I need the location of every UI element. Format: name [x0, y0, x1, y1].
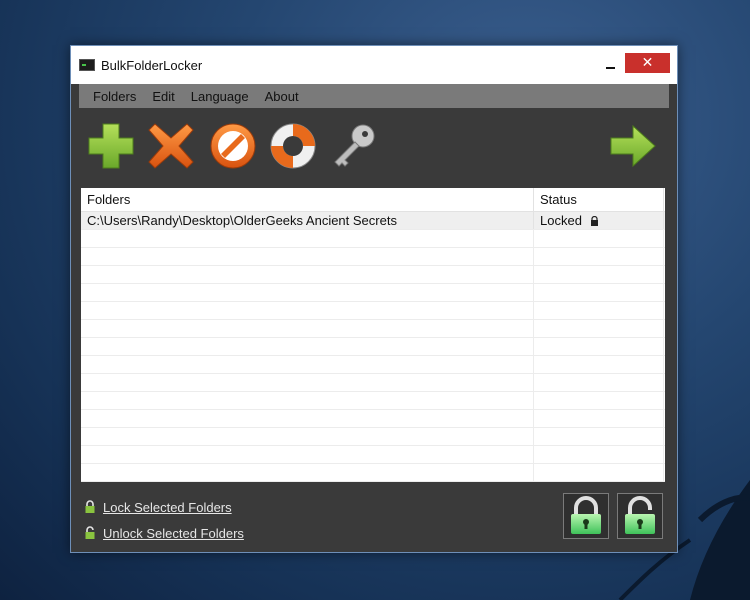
window-title: BulkFolderLocker [101, 57, 203, 73]
add-folder-button[interactable] [85, 120, 137, 172]
unlock-button[interactable] [617, 493, 663, 539]
empty-row [81, 302, 665, 320]
empty-row [81, 356, 665, 374]
lock-selected-label[interactable]: Lock Selected Folders [103, 500, 232, 515]
help-icon [270, 123, 316, 169]
close-button[interactable]: ✕ [625, 53, 670, 73]
folders-table[interactable]: Folders Status C:\Users\Randy\Desktop\Ol… [81, 188, 665, 482]
menu-folders[interactable]: Folders [93, 89, 136, 104]
folder-path: C:\Users\Randy\Desktop\OlderGeeks Ancien… [81, 212, 534, 229]
minimize-button[interactable] [601, 56, 621, 74]
lock-button[interactable] [563, 493, 609, 539]
action-links: Lock Selected Folders Unlock Selected Fo… [83, 496, 244, 548]
clear-icon [210, 123, 256, 169]
lock-selected-link[interactable]: Lock Selected Folders [83, 496, 244, 518]
menu-edit[interactable]: Edit [152, 89, 174, 104]
empty-row [81, 374, 665, 392]
empty-row [81, 464, 665, 482]
column-header-status[interactable]: Status [534, 188, 664, 211]
menu-about[interactable]: About [265, 89, 299, 104]
empty-row [81, 392, 665, 410]
unlock-icon [85, 526, 95, 539]
locked-icon [590, 216, 598, 226]
menu-language[interactable]: Language [191, 89, 249, 104]
title-bar: BulkFolderLocker ✕ [71, 46, 677, 84]
empty-row [81, 266, 665, 284]
remove-icon [148, 123, 194, 169]
add-icon [88, 123, 134, 169]
lock-icon [85, 500, 95, 513]
empty-row [81, 230, 665, 248]
empty-row [81, 338, 665, 356]
clear-list-button[interactable] [207, 120, 259, 172]
app-window: BulkFolderLocker ✕ Folders Edit Language… [70, 45, 678, 553]
unlock-selected-label[interactable]: Unlock Selected Folders [103, 526, 244, 541]
next-button[interactable] [607, 120, 659, 172]
toolbar [83, 118, 663, 174]
help-button[interactable] [267, 120, 319, 172]
key-icon [334, 124, 375, 167]
empty-row [81, 248, 665, 266]
big-unlock-icon [625, 496, 655, 534]
status-text: Locked [540, 213, 582, 228]
table-header: Folders Status [81, 188, 665, 212]
big-lock-icon [571, 496, 601, 534]
empty-row [81, 446, 665, 464]
empty-row [81, 428, 665, 446]
menu-bar: Folders Edit Language About [79, 84, 669, 108]
empty-row [81, 284, 665, 302]
column-header-folders[interactable]: Folders [81, 188, 534, 211]
app-icon [79, 59, 95, 71]
unlock-selected-link[interactable]: Unlock Selected Folders [83, 522, 244, 544]
empty-row [81, 410, 665, 428]
password-button[interactable] [327, 120, 379, 172]
empty-row [81, 320, 665, 338]
next-arrow-icon [610, 124, 656, 168]
table-row[interactable]: C:\Users\Randy\Desktop\OlderGeeks Ancien… [81, 212, 665, 230]
remove-folder-button[interactable] [145, 120, 197, 172]
folder-status: Locked [534, 212, 664, 229]
